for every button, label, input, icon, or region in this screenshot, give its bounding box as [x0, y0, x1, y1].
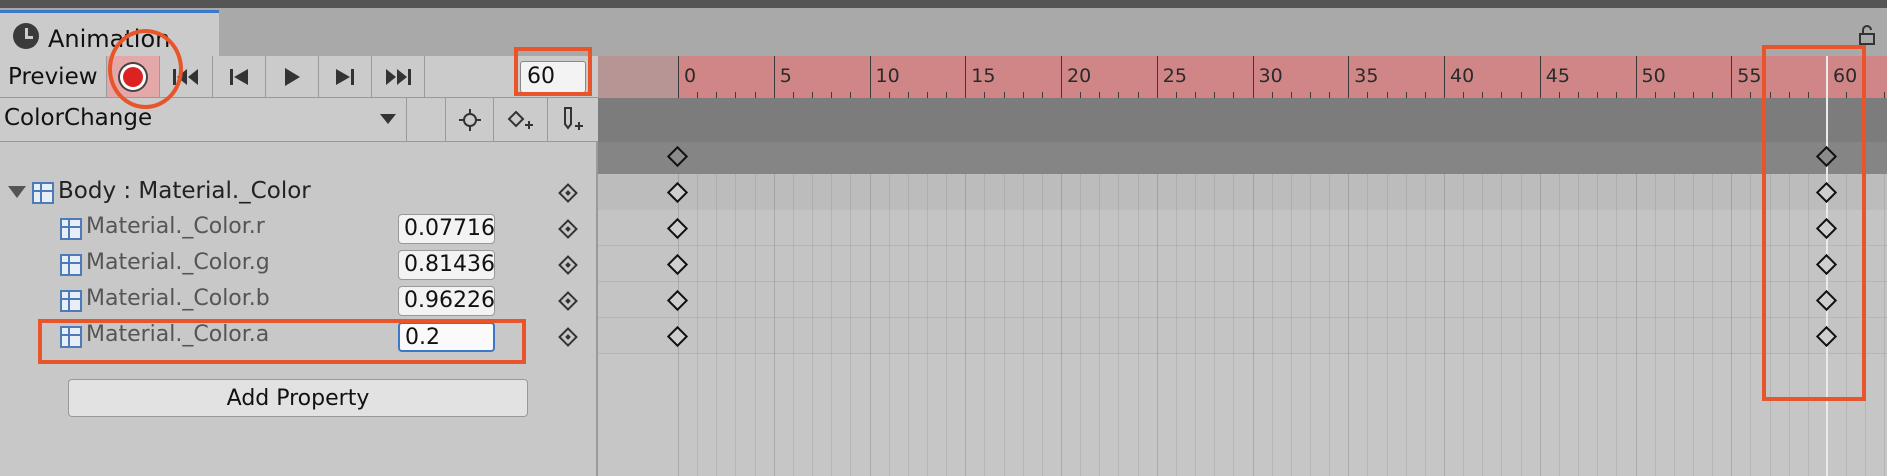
property-label[interactable]: Material._Color.g	[86, 250, 270, 275]
ruler-tick	[1156, 56, 1158, 98]
property-label[interactable]: Material._Color.r	[86, 214, 265, 239]
ruler-tick-label: 40	[1450, 65, 1475, 87]
record-highlight-circle	[108, 29, 183, 109]
property-value-field[interactable]: 0.07716	[398, 214, 495, 244]
add-keyframe-icon	[507, 110, 533, 129]
ruler-tick	[773, 56, 775, 98]
ruler-tick-label: 30	[1258, 65, 1283, 87]
playback-toolbar: Preview 60	[0, 56, 598, 98]
dopesheet-row[interactable]	[598, 210, 1887, 246]
ruler-tick	[869, 56, 871, 98]
material-property-icon	[60, 290, 82, 312]
ruler-tick	[1252, 56, 1254, 98]
ruler-tick-label: 0	[684, 65, 697, 87]
dopesheet-row[interactable]	[598, 282, 1887, 318]
ruler-tick-label: 25	[1162, 65, 1187, 87]
tab-animation[interactable]: Animation	[0, 10, 219, 56]
lock-icon[interactable]	[1859, 25, 1875, 45]
ruler-tick	[1539, 56, 1541, 98]
dopesheet-row[interactable]	[598, 318, 1887, 354]
last-key-button[interactable]	[372, 56, 425, 97]
property-group-label[interactable]: Body : Material._Color	[58, 178, 311, 204]
ruler-tick-label: 45	[1545, 65, 1570, 87]
ruler-tick	[1061, 56, 1062, 98]
clock-icon	[13, 23, 39, 49]
ruler-tick-label: 15	[971, 65, 996, 87]
timeline-ruler[interactable]: 0 5 10 15 20 25 30 35 40 45 50 55 60	[598, 56, 1887, 98]
add-event-button[interactable]	[547, 98, 598, 141]
dopesheet-summary-row[interactable]	[598, 142, 1887, 174]
material-property-icon	[32, 182, 54, 204]
step-back-icon	[230, 68, 248, 85]
next-key-button[interactable]	[319, 56, 372, 97]
chevron-down-icon[interactable]	[380, 114, 396, 124]
clip-selector[interactable]: ColorChange	[4, 105, 152, 131]
add-event-icon	[564, 106, 583, 130]
ruler-tick	[678, 56, 679, 98]
filter-by-selection-button[interactable]	[445, 98, 493, 141]
play-button[interactable]	[266, 56, 319, 97]
ruler-tick-label: 10	[875, 65, 900, 87]
dopesheet-empty-area[interactable]	[598, 354, 1887, 476]
add-property-button[interactable]: Add Property	[68, 379, 528, 417]
material-property-icon	[60, 254, 82, 276]
ruler-tick-label: 5	[779, 65, 792, 87]
ruler-tick-label: 35	[1354, 65, 1379, 87]
ruler-tick	[965, 56, 967, 98]
step-forward-icon	[336, 68, 354, 85]
prev-key-button[interactable]	[213, 56, 266, 97]
ruler-tick-label: 50	[1641, 65, 1666, 87]
dopesheet-summary-header	[598, 98, 1887, 142]
property-value-field[interactable]: 0.81436	[398, 250, 495, 280]
ruler-tick-label: 20	[1067, 65, 1092, 87]
play-icon	[285, 67, 300, 86]
expand-triangle-icon[interactable]	[8, 186, 26, 198]
ruler-tick	[1444, 56, 1445, 98]
alpha-row-highlight-box	[38, 319, 526, 364]
ruler-tick	[1348, 56, 1350, 98]
property-label[interactable]: Material._Color.b	[86, 286, 270, 311]
skip-to-end-icon	[386, 68, 411, 85]
ruler-negative-region	[598, 56, 678, 98]
property-value-field[interactable]: 0.96226	[398, 286, 495, 316]
ruler-tick-label: 55	[1737, 65, 1762, 87]
clip-toolbar: ColorChange	[0, 98, 598, 142]
tab-row	[0, 8, 1887, 56]
ruler-tick	[1731, 56, 1733, 98]
frame-highlight-box	[514, 47, 592, 96]
ruler-tick	[1635, 56, 1637, 98]
dopesheet-row[interactable]	[598, 246, 1887, 282]
end-keyframe-highlight-box	[1762, 45, 1866, 401]
crosshair-icon	[458, 108, 481, 131]
add-keyframe-button[interactable]	[493, 98, 547, 141]
dopesheet-group-row[interactable]	[598, 174, 1887, 210]
material-property-icon	[60, 218, 82, 240]
preview-button[interactable]: Preview	[0, 56, 107, 97]
